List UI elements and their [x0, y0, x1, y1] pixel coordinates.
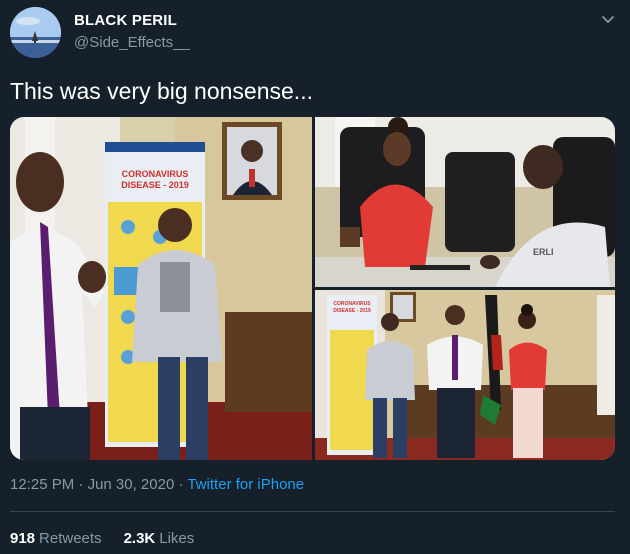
media-grid[interactable]: CORONAVIRUS DISEASE - 2019 ERLI CORONAVI… [10, 117, 615, 460]
avatar[interactable] [10, 7, 61, 58]
tweet-source-link[interactable]: Twitter for iPhone [187, 476, 304, 493]
likes-count: 2.3K [123, 530, 156, 547]
tweet-time[interactable]: 12:25 PM [10, 476, 74, 493]
svg-text:CORONAVIRUS: CORONAVIRUS [122, 169, 189, 179]
meta-separator: · [78, 476, 84, 493]
display-name[interactable]: BLACK PERIL [74, 12, 177, 29]
photo-3[interactable]: CORONAVIRUS DISEASE - 2019 [315, 290, 615, 460]
tweet-stats: 918 Retweets 2.3K Likes [10, 530, 194, 547]
photo-2[interactable]: ERLI [315, 117, 615, 287]
photo-1[interactable]: CORONAVIRUS DISEASE - 2019 [10, 117, 312, 460]
divider [10, 511, 615, 512]
tweet: BLACK PERIL @Side_Effects__ This was ver… [0, 0, 630, 554]
likes-stat[interactable]: 2.3K Likes [124, 530, 195, 547]
svg-text:DISEASE - 2019: DISEASE - 2019 [333, 308, 371, 314]
svg-text:DISEASE - 2019: DISEASE - 2019 [121, 180, 189, 190]
meta-separator: · [178, 476, 184, 493]
likes-label: Likes [159, 530, 195, 547]
tweet-date[interactable]: Jun 30, 2020 [88, 476, 175, 493]
user-handle[interactable]: @Side_Effects__ [74, 34, 190, 51]
svg-text:CORONAVIRUS: CORONAVIRUS [333, 301, 371, 307]
retweets-label: Retweets [39, 530, 102, 547]
chevron-down-icon[interactable] [598, 10, 618, 30]
svg-text:ERLI: ERLI [533, 247, 554, 257]
retweets-stat[interactable]: 918 Retweets [10, 530, 102, 547]
tweet-text: This was very big nonsense... [10, 78, 313, 104]
retweets-count: 918 [10, 530, 36, 547]
tweet-meta: 12:25 PM · Jun 30, 2020 · Twitter for iP… [10, 476, 304, 493]
